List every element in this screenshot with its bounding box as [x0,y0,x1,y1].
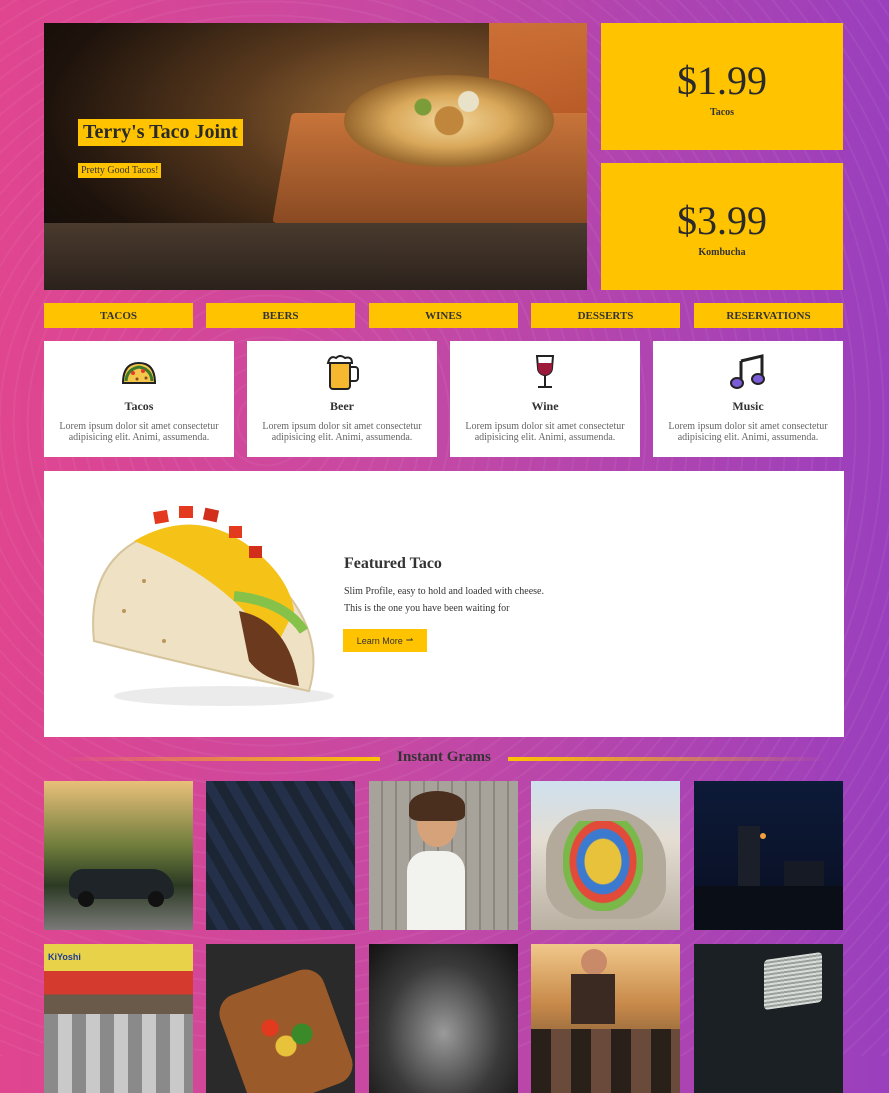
gallery-photo-car[interactable] [44,781,193,930]
nav-beers-button[interactable]: BEERS [206,303,355,328]
feature-card-music: Music Lorem ipsum dolor sit amet consect… [653,341,843,457]
music-note-icon [653,353,843,391]
price-box-kombucha: $3.99 Kombucha [601,163,843,290]
feature-card-beer: Beer Lorem ipsum dolor sit amet consecte… [247,341,437,457]
taco-icon [44,353,234,391]
gallery-shop-sign: KiYoshi [48,952,81,962]
price-label: Tacos [709,107,735,118]
gallery-photo-cows[interactable] [531,944,680,1093]
featured-section: Featured Taco Slim Profile, easy to hold… [44,471,844,737]
grams-title: Instant Grams [397,749,491,765]
hero-banner: Terry's Taco Joint Pretty Good Tacos! [44,23,587,290]
gallery-photo-food-board[interactable] [206,944,355,1093]
price-amount: $3.99 [677,198,767,243]
card-title: Wine [531,399,559,413]
featured-text-line-2: This is the one you have been waiting fo… [344,603,510,614]
nav-tacos-button[interactable]: TACOS [44,303,193,328]
featured-text-line-1: Slim Profile, easy to hold and loaded wi… [344,586,544,597]
price-box-tacos: $1.99 Tacos [601,23,843,150]
hero-title: Terry's Taco Joint [78,119,243,146]
wine-glass-icon [450,353,640,391]
nav-wines-button[interactable]: WINES [369,303,518,328]
card-description: Lorem ipsum dolor sit amet consectetur a… [262,421,422,443]
gallery-photo-street-shop[interactable]: KiYoshi [44,944,193,1093]
hero-taco-toppings [384,85,514,140]
gallery-photo-fabric[interactable] [206,781,355,930]
learn-more-button[interactable]: Learn More ⇀ [343,629,427,652]
gallery-photo-woman[interactable] [369,781,518,930]
feature-card-tacos: Tacos Lorem ipsum dolor sit amet consect… [44,341,234,457]
price-label: Kombucha [698,247,746,258]
feature-card-wine: Wine Lorem ipsum dolor sit amet consecte… [450,341,640,457]
hero-counter [44,223,587,290]
hero-subtitle: Pretty Good Tacos! [78,163,162,178]
featured-taco-image [74,501,344,716]
grams-divider-left [60,757,380,761]
arrow-icon: ⇀ [405,635,414,645]
card-title: Beer [330,399,354,413]
card-title: Tacos [124,399,154,413]
gallery-photo-tv-static[interactable] [694,944,843,1093]
nav-reservations-button[interactable]: RESERVATIONS [694,303,843,328]
gallery-photo-night-city[interactable] [694,781,843,930]
card-description: Lorem ipsum dolor sit amet consectetur a… [465,421,625,443]
learn-more-label: Learn More [356,635,403,646]
gallery-photo-yoga[interactable] [369,944,518,1093]
featured-heading: Featured Taco [344,555,442,572]
card-title: Music [732,399,764,413]
beer-icon [247,353,437,391]
grams-divider-right [508,757,828,761]
gallery-photo-buddha-rock[interactable] [531,781,680,930]
card-description: Lorem ipsum dolor sit amet consectetur a… [59,421,219,443]
card-description: Lorem ipsum dolor sit amet consectetur a… [668,421,828,443]
price-amount: $1.99 [677,58,767,103]
nav-desserts-button[interactable]: DESSERTS [531,303,680,328]
